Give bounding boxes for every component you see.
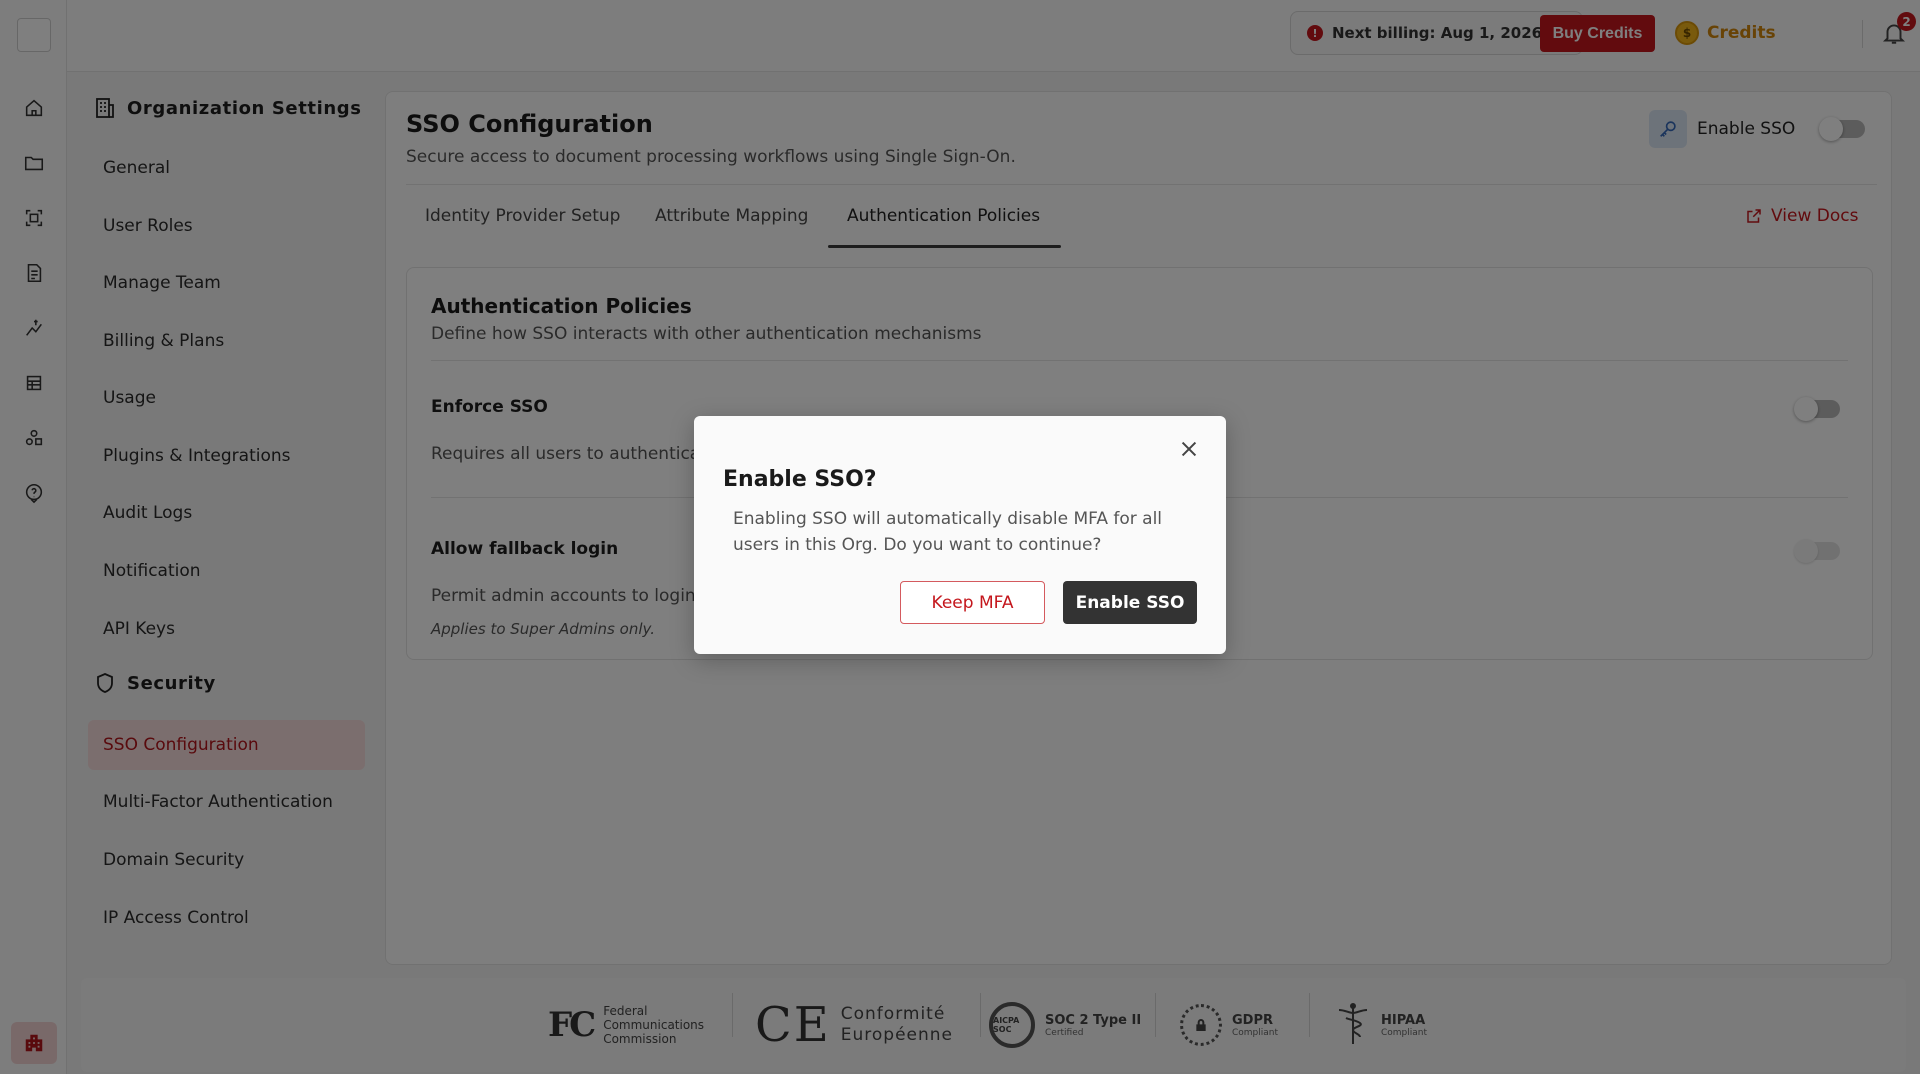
confirm-enable-sso-button[interactable]: Enable SSO [1063, 581, 1197, 624]
enable-sso-confirm-dialog: Enable SSO? Enabling SSO will automatica… [694, 416, 1226, 654]
dialog-title: Enable SSO? [723, 467, 877, 492]
close-icon[interactable] [1178, 438, 1202, 462]
keep-mfa-button[interactable]: Keep MFA [900, 581, 1045, 624]
dialog-message: Enabling SSO will automatically disable … [733, 509, 1163, 555]
